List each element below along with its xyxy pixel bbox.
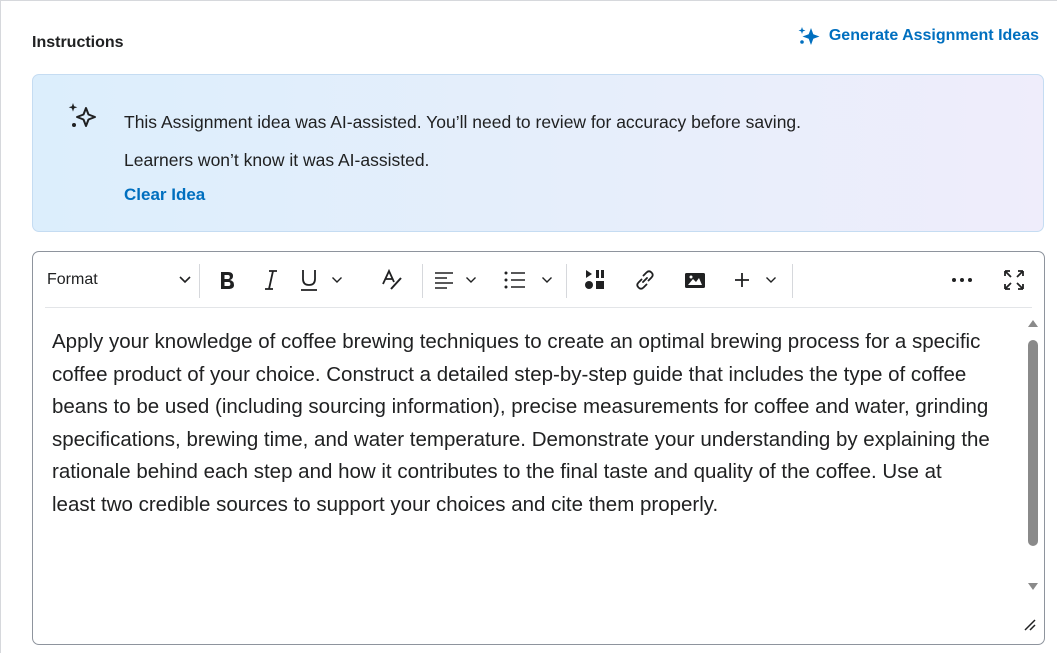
- resize-handle-icon[interactable]: [1022, 617, 1036, 636]
- insert-link-button[interactable]: [632, 264, 658, 296]
- insert-stuff-button[interactable]: [581, 264, 609, 296]
- rich-text-editor[interactable]: Format Apply your knowledge of coffee br…: [32, 251, 1045, 645]
- fullscreen-icon: [1003, 269, 1025, 291]
- ai-notice-line-1: This Assignment idea was AI-assisted. Yo…: [124, 112, 802, 132]
- toolbar-separator: [792, 264, 793, 298]
- bulleted-list-icon: [503, 270, 527, 290]
- clear-idea-link[interactable]: Clear Idea: [124, 185, 205, 205]
- plus-icon: [733, 271, 751, 289]
- chevron-down-icon: [178, 275, 192, 285]
- toolbar-separator: [422, 264, 423, 298]
- link-icon: [634, 269, 656, 291]
- insert-image-button[interactable]: [681, 264, 709, 296]
- list-dropdown[interactable]: [503, 264, 553, 296]
- editor-toolbar: Format: [33, 252, 1044, 308]
- chevron-down-icon: [765, 276, 777, 284]
- sparkle-icon: [797, 26, 821, 46]
- editor-content[interactable]: Apply your knowledge of coffee brewing t…: [52, 326, 990, 602]
- chevron-down-icon: [331, 276, 343, 284]
- assignment-instructions-text: Apply your knowledge of coffee brewing t…: [52, 330, 990, 516]
- scrollbar-thumb[interactable]: [1028, 340, 1038, 546]
- more-icon: [951, 277, 973, 283]
- ai-notice-line-2: Learners won’t know it was AI-assisted.: [124, 150, 430, 170]
- more-options-button[interactable]: [948, 264, 976, 296]
- chevron-down-icon: [541, 276, 553, 284]
- toolbar-separator: [566, 264, 567, 298]
- ai-assisted-banner: This Assignment idea was AI-assisted. Yo…: [32, 74, 1044, 232]
- bold-button[interactable]: [213, 264, 241, 296]
- align-left-icon: [433, 270, 455, 290]
- italic-icon: [263, 269, 279, 291]
- align-dropdown[interactable]: [433, 264, 477, 296]
- assignment-instructions-panel: Instructions Generate Assignment Ideas T…: [0, 0, 1057, 653]
- ai-notice-text: This Assignment idea was AI-assisted. Yo…: [124, 103, 1004, 179]
- instructions-label: Instructions: [32, 34, 124, 51]
- generate-assignment-ideas-link[interactable]: Generate Assignment Ideas: [797, 26, 1039, 46]
- fullscreen-button[interactable]: [1001, 264, 1027, 296]
- ai-sparkle-icon: [66, 102, 98, 137]
- toolbar-separator: [199, 264, 200, 298]
- insert-stuff-icon: [583, 268, 607, 292]
- italic-button[interactable]: [258, 264, 284, 296]
- underline-button[interactable]: [299, 264, 343, 296]
- text-color-icon: [381, 269, 403, 291]
- insert-more-dropdown[interactable]: [733, 264, 777, 296]
- underline-icon: [299, 268, 319, 292]
- format-dropdown[interactable]: Format: [47, 264, 192, 296]
- generate-link-label: Generate Assignment Ideas: [828, 27, 1039, 44]
- image-icon: [683, 270, 707, 290]
- scroll-up-arrow[interactable]: [1028, 320, 1038, 327]
- scroll-down-arrow[interactable]: [1028, 583, 1038, 590]
- chevron-down-icon: [465, 276, 477, 284]
- toolbar-divider: [45, 307, 1032, 308]
- text-color-button[interactable]: [378, 264, 406, 296]
- format-label: Format: [47, 271, 98, 288]
- bold-icon: [218, 270, 236, 290]
